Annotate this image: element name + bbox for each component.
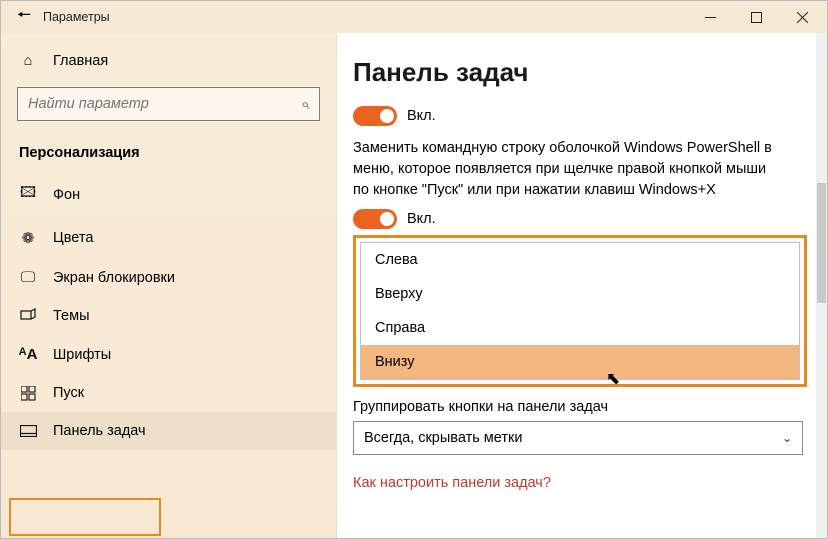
toggle-row-2: Вкл. <box>353 209 823 229</box>
help-link[interactable]: Как настроить панели задач? <box>353 475 551 491</box>
annotation-highlight-sidebar <box>9 498 161 536</box>
nav-label: Темы <box>53 308 90 324</box>
nav-label: Цвета <box>53 230 93 246</box>
sidebar-item-start[interactable]: Пуск <box>1 374 336 412</box>
titlebar: 🠔 Параметры <box>1 1 827 33</box>
sidebar-item-themes[interactable]: Темы <box>1 297 336 335</box>
position-option-left[interactable]: Слева <box>361 243 799 277</box>
page-title: Панель задач <box>353 57 823 88</box>
nav-label: Экран блокировки <box>53 270 175 286</box>
themes-icon <box>19 308 37 324</box>
taskbar-position-dropdown-open[interactable]: Слева Вверху Справа Внизу <box>360 242 800 380</box>
picture-icon: 🖾 <box>19 182 37 207</box>
mouse-cursor-icon: ⬉ <box>606 369 620 389</box>
scrollbar-track[interactable] <box>816 33 827 538</box>
window-title: Параметры <box>43 10 110 24</box>
scrollbar-thumb[interactable] <box>817 183 826 303</box>
fonts-icon: AA <box>19 346 37 363</box>
sidebar-item-colors[interactable]: ❁ Цвета <box>1 218 336 258</box>
search-box[interactable]: ⌕ <box>17 87 320 121</box>
sidebar-item-background[interactable]: 🖾 Фон <box>1 171 336 218</box>
toggle-row-1: Вкл. <box>353 106 823 126</box>
sidebar-item-fonts[interactable]: AA Шрифты <box>1 335 336 374</box>
search-input[interactable] <box>28 96 301 112</box>
position-option-bottom[interactable]: Внизу <box>361 345 799 379</box>
sidebar-item-lockscreen[interactable]: 🖵 Экран блокировки <box>1 258 336 297</box>
lockscreen-icon: 🖵 <box>19 269 37 286</box>
sidebar: ⌂ Главная ⌕ Персонализация 🖾 Фон ❁ Цвета… <box>1 33 337 538</box>
maximize-button[interactable] <box>733 1 779 33</box>
nav-label: Панель задач <box>53 423 146 439</box>
sidebar-home[interactable]: ⌂ Главная <box>1 43 336 79</box>
sidebar-item-taskbar[interactable]: Панель задач <box>1 412 336 450</box>
toggle-label-1: Вкл. <box>407 108 436 124</box>
chevron-down-icon: ⌄ <box>782 431 792 445</box>
toggle-switch-1[interactable] <box>353 106 397 126</box>
taskbar-icon <box>19 425 37 437</box>
back-button[interactable]: 🠔 <box>5 4 43 31</box>
combo-value: Всегда, скрывать метки <box>364 430 522 446</box>
palette-icon: ❁ <box>19 229 37 247</box>
toggle-switch-2[interactable] <box>353 209 397 229</box>
position-option-top[interactable]: Вверху <box>361 277 799 311</box>
start-icon <box>19 386 37 401</box>
nav-label: Пуск <box>53 385 84 401</box>
nav-label: Фон <box>53 187 80 203</box>
home-icon: ⌂ <box>19 53 37 69</box>
annotation-highlight-dropdown: Слева Вверху Справа Внизу <box>353 235 807 387</box>
group-buttons-combo[interactable]: Всегда, скрывать метки ⌄ <box>353 421 803 455</box>
group-buttons-label: Группировать кнопки на панели задач <box>353 399 823 415</box>
minimize-button[interactable] <box>687 1 733 33</box>
search-icon: ⌕ <box>301 96 309 113</box>
home-label: Главная <box>53 53 108 69</box>
position-option-right[interactable]: Справа <box>361 311 799 345</box>
toggle-label-2: Вкл. <box>407 211 436 227</box>
nav-label: Шрифты <box>53 347 111 363</box>
close-button[interactable] <box>779 1 825 33</box>
content-area: Панель задач Вкл. Заменить командную стр… <box>337 33 827 538</box>
section-title: Персонализация <box>1 129 336 171</box>
powershell-description: Заменить командную строку оболочкой Wind… <box>353 138 783 201</box>
